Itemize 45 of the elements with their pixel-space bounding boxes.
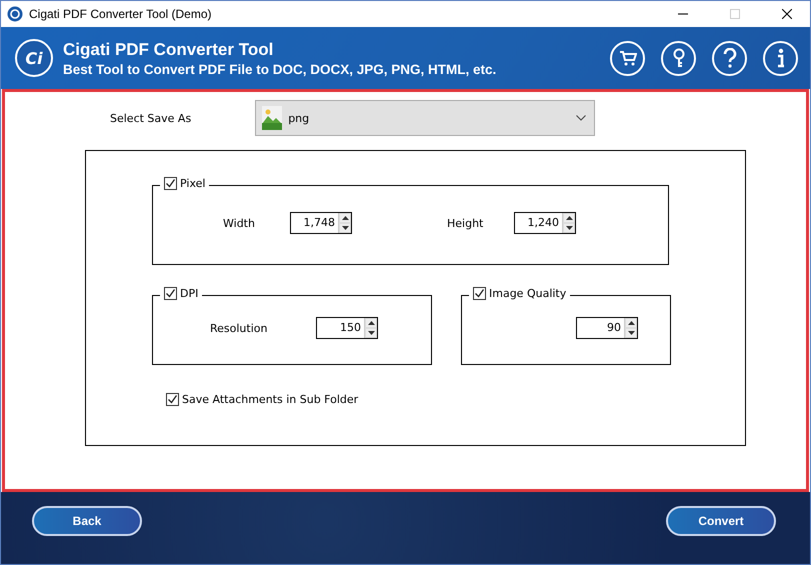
chevron-down-icon <box>576 115 586 121</box>
save-as-label: Select Save As <box>110 112 192 124</box>
down-arrow-icon[interactable] <box>368 331 374 335</box>
number-spinner[interactable]: 150 <box>316 317 378 339</box>
group-label: DPI <box>180 287 198 300</box>
convert-button[interactable]: Convert <box>666 506 776 536</box>
checkbox-label: Save Attachments in Sub Folder <box>182 393 358 406</box>
cart-icon <box>618 49 636 67</box>
back-button[interactable]: Back <box>32 506 142 536</box>
key-button[interactable] <box>661 40 696 76</box>
app-subtitle: Best Tool to Convert PDF File to DOC, DOCX, JPG, PNG, HTML, etc. <box>63 62 498 76</box>
window-title: Cigati PDF Converter Tool (Demo) <box>29 7 213 21</box>
app-title: Cigati PDF Converter Tool <box>63 40 274 60</box>
maximize-icon <box>730 9 740 19</box>
up-arrow-icon[interactable] <box>566 216 572 220</box>
up-arrow-icon[interactable] <box>368 321 374 325</box>
app-logo: Ci <box>15 39 53 77</box>
down-arrow-icon[interactable] <box>342 226 348 230</box>
checkbox[interactable] <box>164 177 177 190</box>
down-arrow-icon[interactable] <box>628 331 634 335</box>
dropdown-value: png <box>288 112 310 124</box>
field-label: Resolution <box>210 322 268 334</box>
number-spinner[interactable]: 1,748 <box>290 212 352 234</box>
number-spinner[interactable]: 90 <box>576 317 638 339</box>
number-spinner[interactable]: 1,240 <box>514 212 576 234</box>
down-arrow-icon[interactable] <box>566 226 572 230</box>
group-label: Image Quality <box>489 287 566 300</box>
question-mark-icon <box>722 48 736 68</box>
info-button[interactable] <box>763 40 798 76</box>
up-arrow-icon[interactable] <box>342 216 348 220</box>
checkbox[interactable] <box>473 287 486 300</box>
checkbox[interactable] <box>166 393 179 406</box>
key-icon <box>672 48 686 68</box>
cart-button[interactable] <box>610 40 645 76</box>
image-file-icon <box>262 106 282 130</box>
field-label: Height <box>447 216 484 230</box>
app-logo-icon <box>7 6 23 22</box>
field-label: Width <box>223 216 256 230</box>
help-button[interactable] <box>712 40 747 76</box>
up-arrow-icon[interactable] <box>628 321 634 325</box>
group-label: Pixel <box>180 177 206 190</box>
checkbox[interactable] <box>164 287 177 300</box>
format-dropdown[interactable]: png <box>255 100 596 136</box>
info-icon <box>776 48 784 68</box>
close-icon <box>782 9 792 19</box>
